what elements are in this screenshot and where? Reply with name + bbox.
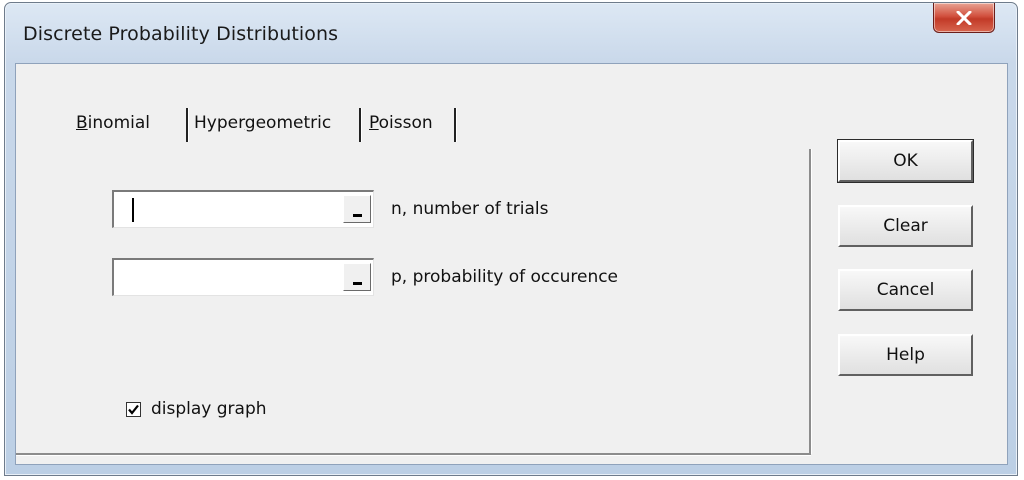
probability-label: p, probability of occurence <box>391 267 619 287</box>
dialog-window: Discrete Probability Distributions Binom… <box>4 2 1018 476</box>
title-bar[interactable]: Discrete Probability Distributions <box>5 3 1017 63</box>
text-caret <box>132 198 134 222</box>
collapse-dialog-button[interactable] <box>343 195 371 223</box>
display-graph-label: display graph <box>151 399 267 419</box>
tab-binomial[interactable]: Binomial <box>76 102 150 144</box>
help-button[interactable]: Help <box>838 334 973 376</box>
tab-hypergeometric-label-rest: eometric <box>255 113 332 133</box>
tab-separator <box>186 108 188 142</box>
number-of-trials-input[interactable] <box>112 190 374 228</box>
dialog-client-area: Binomial Hypergeometric Poisson n, numbe… <box>15 63 1008 465</box>
close-icon <box>956 10 972 25</box>
tab-hypergeometric[interactable]: Hypergeometric <box>194 102 331 144</box>
tab-binomial-label-accel: B <box>76 113 88 133</box>
collapse-dialog-icon <box>353 282 362 285</box>
ok-button[interactable]: OK <box>837 139 974 183</box>
tab-binomial-label-rest: inomial <box>87 113 150 133</box>
tab-hypergeometric-label-prefix: Hyper <box>194 113 245 133</box>
checkmark-icon <box>128 404 139 415</box>
tab-separator <box>359 108 361 142</box>
number-of-trials-label: n, number of trials <box>391 199 549 219</box>
tab-poisson-label-accel: P <box>369 113 379 133</box>
tab-hypergeometric-label-accel: g <box>244 113 256 133</box>
clear-button[interactable]: Clear <box>838 205 973 247</box>
tab-panel-bottom-edge <box>16 453 811 455</box>
cancel-button[interactable]: Cancel <box>838 269 973 311</box>
tab-poisson[interactable]: Poisson <box>369 102 433 144</box>
collapse-dialog-icon <box>353 214 362 217</box>
tab-separator <box>454 108 456 142</box>
collapse-dialog-button[interactable] <box>343 263 371 291</box>
tab-panel-right-edge <box>809 149 811 454</box>
display-graph-checkbox[interactable] <box>126 401 141 417</box>
display-graph-option[interactable]: display graph <box>126 398 267 420</box>
close-button[interactable] <box>933 3 995 33</box>
tab-poisson-label-rest: oisson <box>378 113 433 133</box>
probability-input[interactable] <box>112 258 374 296</box>
window-title: Discrete Probability Distributions <box>23 23 339 45</box>
